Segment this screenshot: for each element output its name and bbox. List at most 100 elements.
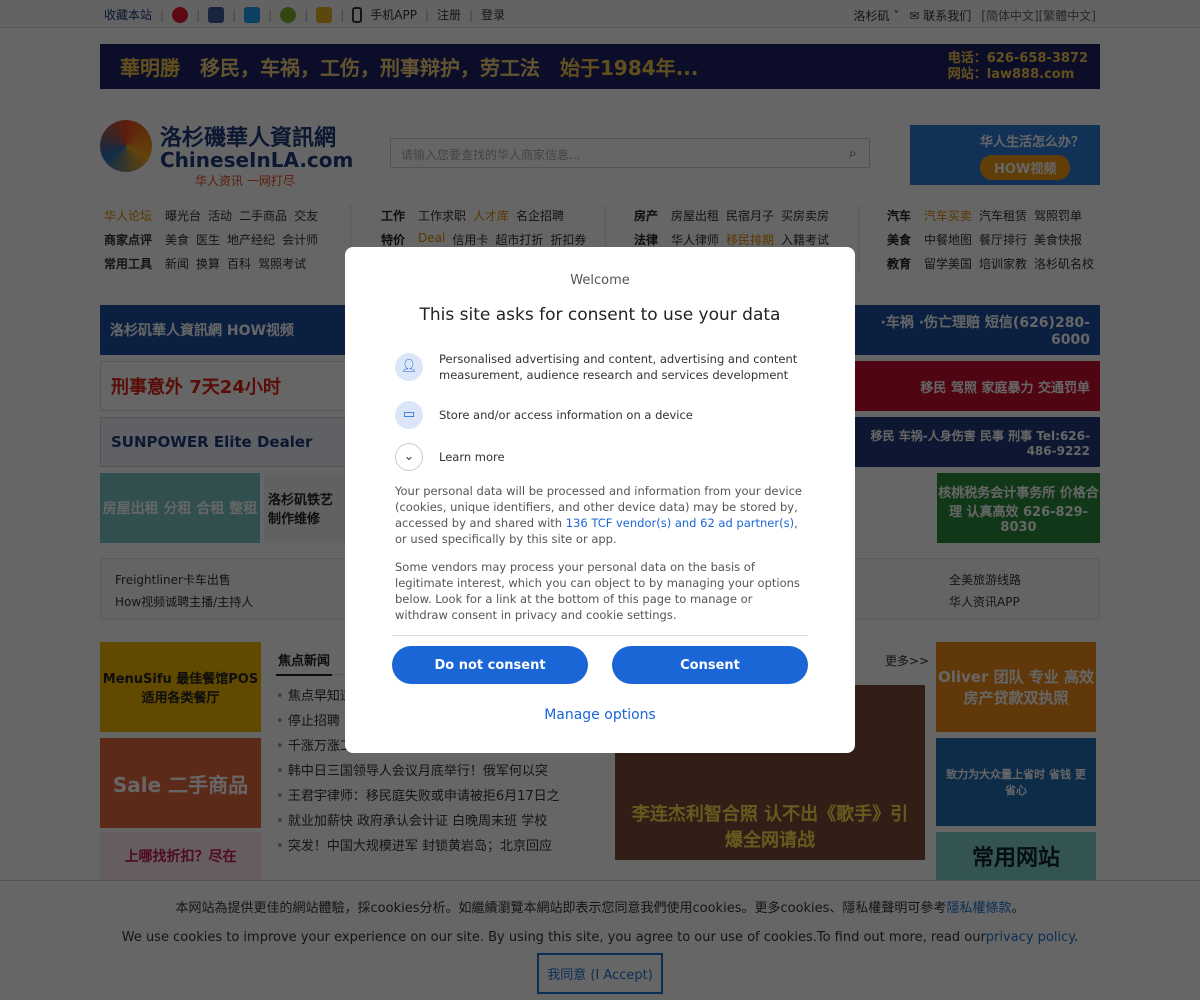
twitter-icon[interactable] (244, 6, 261, 23)
nav-link[interactable]: 餐厅排行 (979, 231, 1027, 247)
ad-ironwork[interactable]: 洛杉矶铁艺 制作维修 (264, 473, 345, 543)
ad-common-sites[interactable]: 常用网站 (936, 832, 1096, 880)
nav-link[interactable]: 二手商品 (239, 207, 287, 223)
weibo-icon[interactable] (172, 6, 189, 23)
nav-link[interactable]: 房屋出租 (671, 207, 719, 223)
nav-link[interactable]: 曝光台 (165, 207, 201, 223)
nav-row: 汽车 汽车买卖 汽车租赁 驾照罚单 (887, 207, 1094, 223)
nav-link[interactable]: 工作求职 (418, 207, 466, 223)
nav-link[interactable]: 人才库 (473, 207, 509, 223)
nav-link[interactable]: 新闻 (165, 255, 189, 271)
nav-link[interactable]: 民宿月子 (726, 207, 774, 223)
nav-category[interactable]: 工作 (381, 207, 405, 223)
nav-link[interactable]: 买房卖房 (781, 207, 829, 223)
purpose-advertising: 👤︎ Personalised advertising and content, … (395, 351, 815, 383)
banner-phone: 电话：626-658-3872 (947, 50, 1088, 66)
nav-column: 汽车 汽车买卖 汽车租赁 驾照罚单 美食 中餐地图 餐厅排行 美食快报 教育 留学美国 培训家教 洛杉… (887, 207, 1094, 271)
nav-link[interactable]: 折扣券 (550, 231, 586, 247)
nav-link[interactable]: 美食 (165, 231, 189, 247)
nav-link[interactable]: 留学美国 (924, 255, 972, 271)
quick-link[interactable]: Freightliner卡车出售 (115, 571, 231, 588)
nav-category[interactable]: 常用工具 (104, 255, 152, 271)
nav-link[interactable]: 活动 (208, 207, 232, 223)
consent-button[interactable]: Consent (612, 646, 808, 684)
nav-category[interactable]: 特价 (381, 231, 405, 247)
phone-icon (352, 6, 363, 23)
ad-text: 房屋出租 分租 合租 整租 (102, 501, 258, 517)
search-placeholder: 请输入您要查找的华人商家信息... (401, 148, 581, 162)
nav-link[interactable]: 移民排期 (726, 231, 774, 247)
favorite-link[interactable]: 收藏本站 (104, 6, 152, 23)
mail-icon[interactable] (316, 6, 333, 23)
nav-link[interactable]: 入籍考试 (781, 231, 829, 247)
more-link[interactable]: 更多>> (885, 652, 929, 669)
ad-delivery[interactable]: 致力为大众量上省时 省钱 更省心 (936, 738, 1096, 826)
nav-link[interactable]: 中餐地图 (924, 231, 972, 247)
news-item[interactable]: 韩中日三国领导人会议月底举行！俄军何以突 (276, 760, 602, 785)
consent-paragraph-1: Your personal data will be processed and… (395, 483, 807, 547)
privacy-policy-link[interactable]: privacy policy (986, 930, 1074, 945)
mobile-app-link[interactable]: 手机APP (370, 6, 417, 23)
ad-oliver[interactable]: Oliver 团队 专业 高效 房产贷款双执照 (936, 642, 1096, 732)
do-not-consent-button[interactable]: Do not consent (392, 646, 588, 684)
search-input[interactable]: 请输入您要查找的华人商家信息... ⌕ (390, 138, 870, 168)
nav-category[interactable]: 法律 (634, 231, 658, 247)
nav-link[interactable]: Deal (418, 231, 445, 247)
banner-ad[interactable]: 華明勝 移民，车祸，工伤，刑事辩护，劳工法 始于1984年... 电话：626-… (100, 44, 1100, 89)
ad-text: Sale 二手商品 (112, 772, 249, 797)
nav-link[interactable]: 名企招聘 (516, 207, 564, 223)
ad-rental[interactable]: 房屋出租 分租 合租 整租 (100, 473, 260, 543)
login-link[interactable]: 登录 (481, 6, 505, 23)
wechat-icon[interactable] (280, 6, 297, 23)
nav-link[interactable]: 地产经纪 (227, 231, 275, 247)
nav-link[interactable]: 超市打折 (495, 231, 543, 247)
tab-focus-news[interactable]: 焦点新闻 (276, 645, 333, 676)
nav-category[interactable]: 商家点评 (104, 231, 152, 247)
language-switch[interactable]: [简体中文][繁體中文] (981, 7, 1096, 24)
news-item[interactable]: 王君宇律师：移民庭失败或申请被拒6月17日之 (276, 785, 602, 810)
learn-more-toggle[interactable]: ⌄ Learn more (395, 443, 815, 471)
site-logo[interactable]: 洛杉磯華人資訊網 ChineseInLA.com 华人资讯 一网打尽 (100, 118, 360, 188)
quick-link[interactable]: 全美旅游线路 (949, 571, 1021, 588)
ad-tax[interactable]: 核桃税务会计事务所 价格合理 认真高效 626-829-8030 (937, 473, 1100, 543)
nav-category[interactable]: 华人论坛 (104, 207, 152, 223)
city-select[interactable]: 洛杉矶 ˅ (854, 7, 900, 24)
nav-link[interactable]: 交友 (294, 207, 318, 223)
nav-link[interactable]: 美食快报 (1034, 231, 1082, 247)
nav-link[interactable]: 汽车买卖 (924, 207, 972, 223)
quick-link[interactable]: How视频诚聘主播/主持人 (115, 593, 253, 610)
nav-link[interactable]: 会计师 (282, 231, 318, 247)
nav-link[interactable]: 信用卡 (452, 231, 488, 247)
facebook-icon[interactable] (208, 6, 225, 23)
quick-link[interactable]: 华人资讯APP (949, 593, 1020, 610)
news-item[interactable]: 突发！中国大规模进军 封锁黄岩岛；北京回应 (276, 835, 602, 860)
nav-category[interactable]: 美食 (887, 231, 911, 247)
nav-category[interactable]: 教育 (887, 255, 911, 271)
ad-menusifu[interactable]: MenuSifu 最佳餐馆POS适用各类餐厅 (100, 642, 261, 732)
nav-link[interactable]: 汽车租赁 (979, 207, 1027, 223)
manage-options-link[interactable]: Manage options (345, 707, 855, 723)
nav-category[interactable]: 房产 (634, 207, 658, 223)
ad-discount[interactable]: 上哪找折扣？尽在 (100, 832, 261, 880)
nav-link[interactable]: 洛杉矶名校 (1034, 255, 1094, 271)
news-item[interactable]: 就业加薪快 政府承认会计证 白晚周末班 学校 (276, 810, 602, 835)
cookie-text-cn-end: 。 (1011, 901, 1025, 916)
nav-category[interactable]: 汽车 (887, 207, 911, 223)
nav-link[interactable]: 医生 (196, 231, 220, 247)
search-icon[interactable]: ⌕ (849, 144, 857, 162)
privacy-terms-link[interactable]: 隱私權條款 (946, 901, 1011, 916)
nav-link[interactable]: 驾照罚单 (1034, 207, 1082, 223)
banner-since: 始于1984年... (560, 56, 699, 80)
vendors-link[interactable]: 136 TCF vendor(s) and 62 ad partner(s) (566, 516, 794, 530)
nav-link[interactable]: 换算 (196, 255, 220, 271)
nav-link[interactable]: 百科 (227, 255, 251, 271)
how-video-ad[interactable]: 华人生活怎么办？ HOW视频 (910, 125, 1100, 185)
register-link[interactable]: 注册 (437, 6, 461, 23)
nav-link[interactable]: 培训家教 (979, 255, 1027, 271)
nav-link[interactable]: 华人律师 (671, 231, 719, 247)
ad-sale[interactable]: Sale 二手商品 (100, 738, 261, 828)
cookie-accept-button[interactable]: 我同意 (I Accept) (537, 953, 663, 994)
ad-accident[interactable]: ·车祸 ·伤亡理赔 短信(626)280-6000 (858, 305, 1100, 355)
contact-link[interactable]: ✉ 联系我们 (909, 7, 971, 24)
nav-link[interactable]: 驾照考试 (258, 255, 306, 271)
